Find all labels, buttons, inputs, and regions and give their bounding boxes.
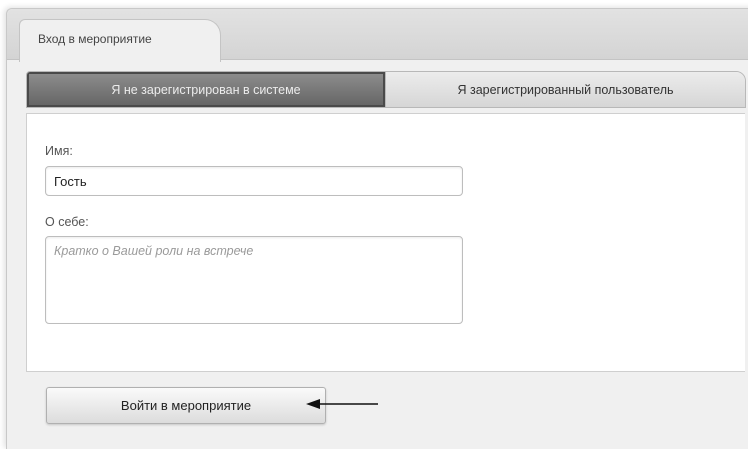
about-placeholder: Кратко о Вашей роли на встрече — [54, 244, 254, 258]
name-label: Имя: — [45, 144, 73, 158]
tab-unregistered[interactable]: Я не зарегистрирован в системе — [27, 72, 385, 107]
tab-registered-user[interactable]: Я зарегистрированный пользователь — [385, 72, 745, 107]
tab-strip: Вход в мероприятие — [7, 9, 748, 62]
tab-unregistered-label: Я не зарегистрирован в системе — [111, 82, 301, 97]
name-field[interactable]: Гость — [45, 166, 463, 196]
tab-event-login[interactable]: Вход в мероприятие — [19, 19, 221, 62]
about-textarea[interactable]: Кратко о Вашей роли на встрече — [45, 236, 463, 324]
tab-registered-user-label: Я зарегистрированный пользователь — [457, 82, 674, 97]
tab-event-login-label: Вход в мероприятие — [38, 32, 152, 46]
join-event-button[interactable]: Войти в мероприятие — [46, 387, 326, 424]
guest-form-panel: Имя: Гость О себе: Кратко о Вашей роли н… — [26, 113, 745, 372]
about-label: О себе: — [45, 215, 89, 229]
name-field-value: Гость — [54, 174, 87, 189]
arrow-left-icon — [306, 399, 378, 409]
registration-mode-switch: Я не зарегистрирован в системе Я зарегис… — [26, 71, 746, 108]
join-event-button-label: Войти в мероприятие — [120, 398, 252, 413]
